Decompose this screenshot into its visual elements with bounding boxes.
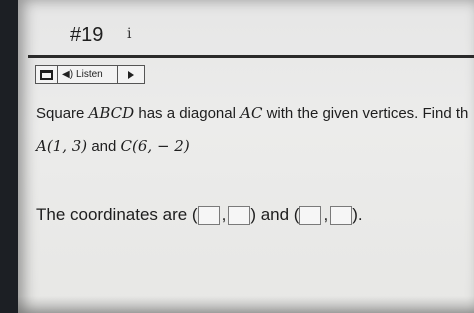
listen-label: Listen (76, 69, 103, 80)
play-button[interactable] (118, 66, 144, 83)
prompt-text-3: with the given vertices. Find th (262, 105, 469, 122)
shape-name: ABCD (88, 104, 135, 122)
vertex-c: C(6, − 2) (120, 137, 190, 155)
answer-box-1[interactable] (197, 205, 220, 225)
prompt-text-1: Square (36, 105, 89, 122)
listen-button[interactable]: ◀) Listen (58, 66, 118, 83)
speaker-icon: ◀) (62, 69, 74, 80)
answer-comma-1: , (221, 205, 227, 224)
answer-end-text: ). (352, 205, 363, 224)
answer-comma-2: , (323, 205, 329, 224)
prompt-text-2: has a diagonal (134, 105, 241, 122)
toolbar-box-icon[interactable] (36, 66, 58, 83)
answer-box-2[interactable] (228, 205, 251, 225)
question-prompt: Square ABCD has a diagonal AC with the g… (36, 104, 474, 122)
vertices-and: and (87, 138, 121, 155)
listen-toolbar: ◀) Listen (35, 65, 145, 84)
given-vertices: A(1, 3) and C(6, − 2) (36, 137, 190, 155)
answer-lead-text: The coordinates are ( (36, 205, 198, 224)
question-number: #19 (70, 24, 104, 46)
info-icon[interactable]: i (127, 26, 131, 42)
answer-mid-text: ) and ( (250, 205, 300, 224)
vertex-a: A(1, 3) (36, 137, 88, 155)
answer-line: The coordinates are ( , ) and ( , ). (36, 205, 474, 225)
bottom-shadow (18, 296, 474, 313)
header-divider (28, 55, 474, 58)
diagonal-segment: AC (240, 104, 263, 122)
screen: #19 i (18, 0, 474, 313)
answer-box-4[interactable] (330, 205, 353, 225)
answer-box-3[interactable] (299, 205, 322, 225)
play-icon (128, 70, 134, 79)
